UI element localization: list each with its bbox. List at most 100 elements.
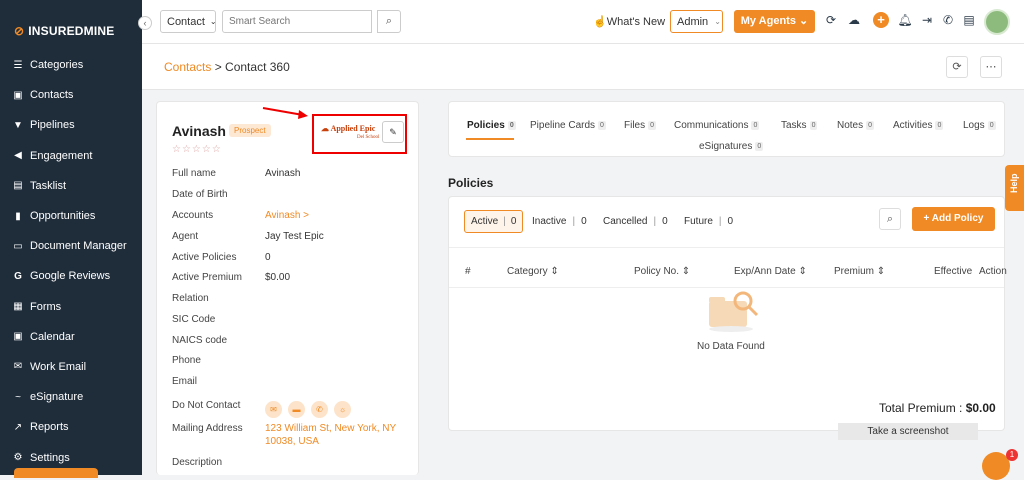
phone-toggle-icon[interactable]: ✆ xyxy=(311,401,328,418)
field-value-active-premium: $0.00 xyxy=(265,272,291,283)
sidebar-item-esignature[interactable]: ~ eSignature xyxy=(0,382,142,412)
tab-count: 0 xyxy=(866,121,875,130)
field-value-full-name: Avinash xyxy=(265,168,301,179)
message-toggle-icon[interactable]: ▬ xyxy=(288,401,305,418)
tab-files[interactable]: Files 0 xyxy=(624,120,657,131)
sidebar-item-calendar[interactable]: ▣ Calendar xyxy=(0,322,142,352)
column-header-category[interactable]: Category ⇕ xyxy=(507,266,559,277)
refresh-button[interactable]: ⟳ xyxy=(946,56,968,78)
tab-count: 0 xyxy=(755,142,764,151)
my-agents-button[interactable]: My Agents ⌄ xyxy=(734,10,815,33)
filter-label: Inactive xyxy=(532,216,567,227)
bar-chart-icon: ▮ xyxy=(15,210,21,222)
column-label: Premium xyxy=(834,266,875,277)
breadcrumb-contacts-link[interactable]: Contacts xyxy=(164,60,211,74)
plus-icon: + xyxy=(923,213,930,224)
contact-card-icon: ▣ xyxy=(13,89,23,101)
status-badge: Prospect xyxy=(229,124,271,137)
folder-icon: ▭ xyxy=(13,240,23,252)
filter-future[interactable]: Future | 0 xyxy=(684,210,733,233)
whats-new-label: What's New xyxy=(606,16,666,28)
help-tab[interactable]: Help xyxy=(1005,165,1024,211)
sidebar-item-google-reviews[interactable]: G Google Reviews xyxy=(0,261,142,291)
tab-label: Policies xyxy=(467,120,505,131)
phone-icon[interactable]: ✆ xyxy=(940,13,956,27)
cloud-upload-icon[interactable]: ☁ xyxy=(846,13,862,27)
filter-count: 0 xyxy=(510,216,517,227)
tab-policies[interactable]: Policies 0 xyxy=(467,120,516,131)
column-header-policy-no[interactable]: Policy No. ⇕ xyxy=(634,266,690,277)
sidebar-item-label: Forms xyxy=(30,300,62,313)
sidebar-item-engagement[interactable]: ◀ Engagement xyxy=(0,141,142,171)
logout-icon[interactable]: ⇥ xyxy=(919,13,935,27)
sidebar-item-contacts[interactable]: ▣ Contacts xyxy=(0,80,142,110)
tasklist-icon: ▤ xyxy=(13,180,23,192)
applied-epic-logo[interactable]: ☁ Applied Epic xyxy=(321,124,375,133)
tab-esignatures[interactable]: eSignatures 0 xyxy=(699,141,764,152)
brand-logo[interactable]: ⊘ INSUREDMINE xyxy=(14,24,114,38)
google-icon: G xyxy=(14,270,22,282)
empty-state-text: No Data Found xyxy=(697,341,765,352)
sidebar-item-work-email[interactable]: ✉ Work Email xyxy=(0,352,142,382)
tab-notes[interactable]: Notes 0 xyxy=(837,120,875,131)
add-icon[interactable]: + xyxy=(873,12,889,28)
sidebar-item-document-manager[interactable]: ▭ Document Manager xyxy=(0,231,142,261)
column-header-index: # xyxy=(465,266,471,277)
user-avatar[interactable] xyxy=(984,9,1010,35)
field-label-active-premium: Active Premium xyxy=(172,272,243,283)
filter-divider: | xyxy=(653,216,657,227)
field-label-dob: Date of Birth xyxy=(172,189,228,200)
role-select[interactable]: Admin ⌄ xyxy=(670,10,723,33)
field-label-full-name: Full name xyxy=(172,168,216,179)
search-input[interactable] xyxy=(222,10,372,33)
megaphone-icon: ◀ xyxy=(14,150,22,162)
tab-label: Communications xyxy=(674,120,749,131)
policy-search-button[interactable]: ⌕ xyxy=(879,208,901,230)
sidebar-item-tasklist[interactable]: ▤ Tasklist xyxy=(0,171,142,201)
tab-activities[interactable]: Activities 0 xyxy=(893,120,944,131)
tab-tasks[interactable]: Tasks 0 xyxy=(781,120,818,131)
add-policy-button[interactable]: + Add Policy xyxy=(912,207,995,231)
accounts-link[interactable]: Avinash > xyxy=(265,210,309,221)
calculator-icon[interactable]: ▤ xyxy=(961,13,977,27)
sidebar-item-reports[interactable]: ↗ Reports xyxy=(0,412,142,442)
annotation-arrow xyxy=(262,107,308,119)
rating-stars[interactable]: ☆☆☆☆☆ xyxy=(172,144,222,155)
sidebar-item-label: Document Manager xyxy=(30,240,127,253)
sidebar-item-label: Settings xyxy=(30,451,70,464)
tab-count: 0 xyxy=(809,121,818,130)
field-label-description: Description xyxy=(172,457,223,468)
edit-button[interactable]: ✎ xyxy=(382,121,404,143)
tab-count: 0 xyxy=(987,121,996,130)
sync-icon[interactable]: ⟳ xyxy=(823,13,839,27)
sidebar-collapse-toggle[interactable]: ‹ xyxy=(138,16,152,30)
tab-pipeline-cards[interactable]: Pipeline Cards 0 xyxy=(530,120,606,131)
sidebar-item-categories[interactable]: ☰ Categories xyxy=(0,50,142,80)
empty-folder-icon xyxy=(709,291,759,332)
mailing-address-line1[interactable]: 123 William St, New York, NY xyxy=(265,423,396,434)
filter-active[interactable]: Active | 0 xyxy=(464,210,524,233)
sidebar-item-pipelines[interactable]: ▼ Pipelines xyxy=(0,110,142,140)
column-header-exp-date[interactable]: Exp/Ann Date ⇕ xyxy=(734,266,807,277)
whats-new-link[interactable]: ☝What's New xyxy=(593,15,665,28)
sun-toggle-icon[interactable]: ☼ xyxy=(334,401,351,418)
tab-logs[interactable]: Logs 0 xyxy=(963,120,996,131)
sidebar-bottom-button[interactable] xyxy=(14,468,98,478)
tab-communications[interactable]: Communications 0 xyxy=(674,120,760,131)
search-button[interactable]: ⌕ xyxy=(377,10,401,33)
field-label-email: Email xyxy=(172,376,198,387)
mailing-address-line2[interactable]: 10038, USA xyxy=(265,436,319,447)
take-screenshot-tooltip[interactable]: Take a screenshot xyxy=(838,423,978,440)
calendar-icon: ▣ xyxy=(13,331,23,343)
sidebar-item-forms[interactable]: ▦ Forms xyxy=(0,292,142,322)
bell-icon[interactable]: 🔔︎ xyxy=(897,13,913,27)
email-toggle-icon[interactable]: ✉ xyxy=(265,401,282,418)
column-header-premium[interactable]: Premium ⇕ xyxy=(834,266,885,277)
breadcrumb-separator: > xyxy=(211,60,226,74)
more-options-button[interactable]: ⋯ xyxy=(980,56,1002,78)
tab-count: 0 xyxy=(935,121,944,130)
filter-inactive[interactable]: Inactive | 0 xyxy=(532,210,587,233)
sidebar-item-opportunities[interactable]: ▮ Opportunities xyxy=(0,201,142,231)
filter-cancelled[interactable]: Cancelled | 0 xyxy=(603,210,668,233)
search-type-select[interactable]: Contact ⌄ xyxy=(160,10,217,33)
